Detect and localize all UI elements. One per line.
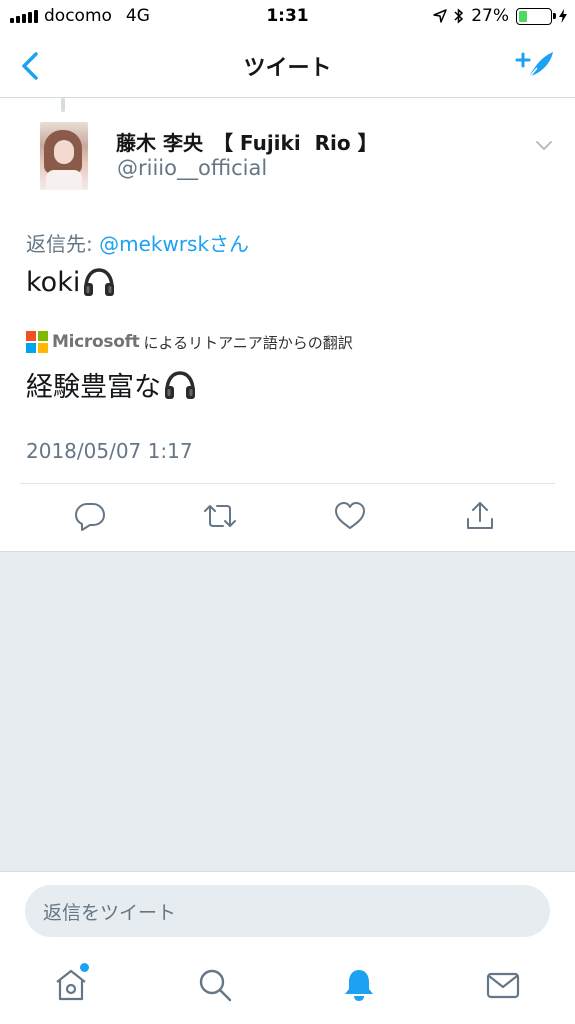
retweet-icon — [204, 505, 236, 527]
tweet-text-body: koki — [26, 266, 81, 298]
notifications-icon — [345, 970, 373, 1001]
reply-to-prefix: 返信先: — [26, 232, 100, 256]
headphones-icon — [165, 370, 195, 399]
display-name[interactable]: 藤木 李央 【 Fujiki Rio 】 — [116, 127, 378, 156]
translation-label: によるリトアニア語からの翻訳 — [143, 333, 353, 352]
tweet-actions — [0, 499, 575, 539]
page-title: ツイート — [243, 56, 332, 81]
reply-button[interactable] — [73, 499, 107, 533]
divider — [20, 483, 555, 484]
reply-input[interactable]: 返信をツイート — [25, 885, 550, 937]
like-icon — [335, 502, 365, 529]
translated-text-body: 経験豊富な — [26, 372, 161, 403]
status-bar-right: 27% — [433, 6, 567, 26]
user-handle[interactable]: @riiio__official — [117, 156, 267, 180]
share-button[interactable] — [463, 499, 497, 533]
charging-icon — [559, 9, 567, 23]
bluetooth-icon — [454, 8, 464, 24]
translated-text: 経験豊富な — [26, 365, 197, 404]
reply-icon — [75, 503, 105, 531]
translation-attribution[interactable]: Microsoft によるリトアニア語からの翻訳 — [26, 331, 353, 353]
microsoft-logo-icon — [26, 331, 48, 353]
tweet-timestamp: 2018/05/07 1:17 — [26, 439, 193, 463]
status-bar: docomo 4G 1:31 27% — [0, 0, 575, 34]
reply-bar: 返信をツイート — [0, 871, 575, 949]
tweet-detail: 藤木 李央 【 Fujiki Rio 】 @riiio__official 返信… — [0, 99, 575, 551]
thread-connector-line — [61, 98, 65, 112]
headphones-icon — [84, 268, 115, 296]
location-icon — [433, 9, 447, 23]
battery-percent: 27% — [471, 6, 509, 26]
messages-icon — [486, 972, 520, 999]
tab-home[interactable] — [53, 967, 89, 1003]
home-icon — [56, 969, 86, 1001]
retweet-button[interactable] — [203, 499, 237, 533]
tweet-options-button[interactable] — [535, 137, 553, 151]
tab-search[interactable] — [197, 967, 233, 1003]
reply-mention-link[interactable]: @mekwrskさん — [99, 232, 249, 256]
avatar[interactable] — [40, 122, 88, 190]
compose-tweet-button[interactable] — [515, 48, 555, 84]
home-notification-dot — [80, 963, 89, 972]
translation-provider: Microsoft — [52, 332, 140, 352]
search-icon — [199, 969, 232, 1002]
compose-tweet-icon — [515, 52, 553, 81]
tab-messages[interactable] — [485, 967, 521, 1003]
share-icon — [467, 502, 493, 529]
battery-fill — [519, 10, 528, 22]
tab-bar — [0, 949, 575, 1024]
replies-area — [0, 551, 575, 871]
tweet-text: koki — [26, 266, 116, 298]
tab-notifications[interactable] — [341, 967, 377, 1003]
like-button[interactable] — [333, 499, 367, 533]
battery-icon — [516, 7, 556, 25]
reply-input-placeholder: 返信をツイート — [43, 901, 177, 924]
chevron-down-icon — [536, 141, 552, 151]
navigation-bar: ツイート — [0, 34, 575, 98]
reply-to-line: 返信先: @mekwrskさん — [26, 228, 249, 257]
